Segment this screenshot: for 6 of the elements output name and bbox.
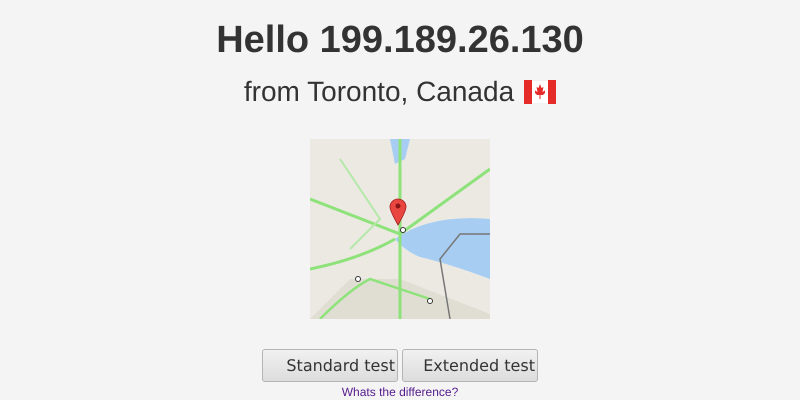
test-button[interactable]: Standard test: [262, 349, 398, 382]
location-text: from Toronto, Canada: [244, 75, 514, 109]
greeting-heading: Hello 199.189.26.130: [216, 18, 584, 63]
difference-link[interactable]: Whats the difference?: [342, 385, 458, 399]
flag-icon: [524, 80, 556, 104]
test-button[interactable]: Extended test: [402, 349, 538, 382]
